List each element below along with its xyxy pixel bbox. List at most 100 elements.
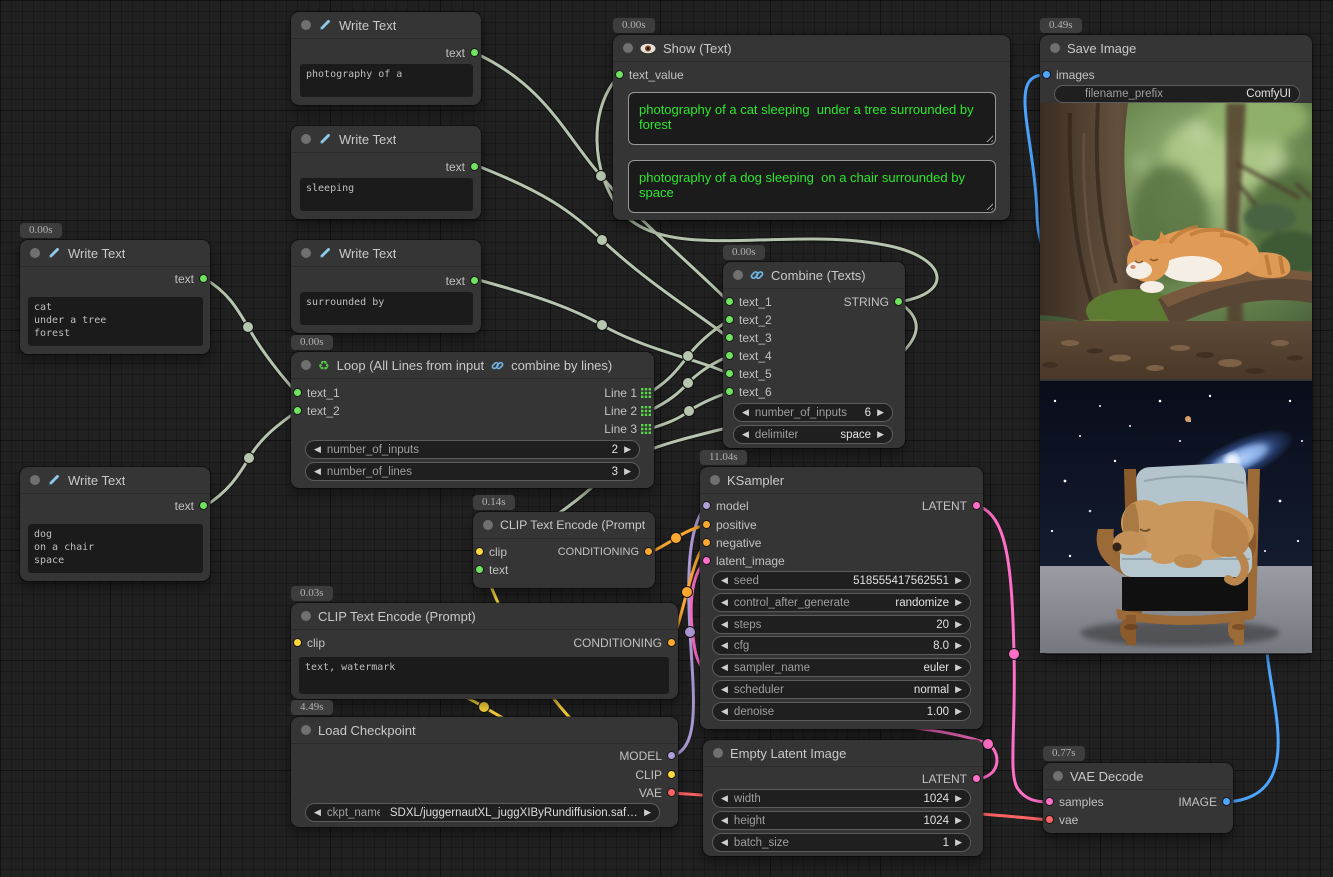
input-dot[interactable] bbox=[475, 547, 484, 556]
delimiter-widget[interactable]: ◀ delimiter space ▶ bbox=[733, 425, 893, 444]
node-save-image[interactable]: 0.49s Save Image images filename_prefix … bbox=[1040, 35, 1312, 654]
decrement-arrow[interactable]: ◀ bbox=[721, 706, 728, 717]
node-combine-texts[interactable]: 0.00s Combine (Texts) text_1 STRING text… bbox=[723, 262, 905, 448]
width-widget[interactable]: ◀ width 1024 ▶ bbox=[712, 789, 971, 808]
output-dot[interactable] bbox=[470, 48, 479, 57]
node-loop-combine-lines[interactable]: 0.00s ♻ Loop (All Lines from input combi… bbox=[291, 352, 654, 488]
decrement-arrow[interactable]: ◀ bbox=[314, 807, 321, 818]
slot-row[interactable]: latent_image bbox=[700, 552, 983, 570]
scheduler-widget[interactable]: ◀ scheduler normal ▶ bbox=[712, 680, 971, 699]
ckpt-name-widget[interactable]: ◀ ckpt_name SDXL/juggernautXL_juggXIByRu… bbox=[305, 803, 660, 822]
decrement-arrow[interactable]: ◀ bbox=[721, 619, 728, 630]
output-slot-text[interactable]: text bbox=[291, 44, 481, 62]
slot-row[interactable]: clip CONDITIONING bbox=[291, 634, 678, 652]
output-dot[interactable] bbox=[1222, 797, 1231, 806]
increment-arrow[interactable]: ▶ bbox=[955, 619, 962, 630]
slot-row[interactable]: text_4 bbox=[723, 347, 905, 365]
slot-row[interactable]: positive bbox=[700, 516, 983, 534]
output-dot[interactable] bbox=[644, 547, 653, 556]
sampler-name-widget[interactable]: ◀ sampler_name euler ▶ bbox=[712, 658, 971, 677]
collapse-dot[interactable] bbox=[301, 248, 311, 258]
collapse-dot[interactable] bbox=[301, 360, 311, 370]
batch-size-widget[interactable]: ◀ batch_size 1 ▶ bbox=[712, 833, 971, 852]
steps-widget[interactable]: ◀ steps 20 ▶ bbox=[712, 615, 971, 634]
slot-row[interactable]: text_2 Line 2 bbox=[291, 402, 654, 420]
increment-arrow[interactable]: ▶ bbox=[955, 597, 962, 608]
slot-row[interactable]: negative bbox=[700, 534, 983, 552]
text-area[interactable]: dog on a chair space bbox=[28, 524, 203, 573]
input-dot[interactable] bbox=[1045, 797, 1054, 806]
node-titlebar[interactable]: Combine (Texts) bbox=[723, 262, 905, 289]
output-slot-vae[interactable]: VAE bbox=[291, 784, 678, 802]
collapse-dot[interactable] bbox=[301, 134, 311, 144]
output-slot-text[interactable]: text bbox=[291, 272, 481, 290]
node-write-text-1[interactable]: Write Text text photography of a bbox=[291, 12, 481, 105]
slot-row[interactable]: text_2 bbox=[723, 311, 905, 329]
input-dot[interactable] bbox=[1042, 70, 1051, 79]
node-titlebar[interactable]: Write Text bbox=[20, 240, 210, 267]
slot-row[interactable]: text_1 STRING bbox=[723, 293, 905, 311]
increment-arrow[interactable]: ▶ bbox=[955, 815, 962, 826]
number-of-inputs-widget[interactable]: ◀ number_of_inputs 6 ▶ bbox=[733, 403, 893, 422]
decrement-arrow[interactable]: ◀ bbox=[721, 684, 728, 695]
input-dot[interactable] bbox=[725, 315, 734, 324]
decrement-arrow[interactable]: ◀ bbox=[742, 429, 749, 440]
decrement-arrow[interactable]: ◀ bbox=[721, 597, 728, 608]
seed-widget[interactable]: ◀ seed 518555417562551 ▶ bbox=[712, 571, 971, 590]
node-vae-decode[interactable]: 0.77s VAE Decode samples IMAGE vae bbox=[1043, 763, 1233, 833]
slot-row[interactable]: text_1 Line 1 bbox=[291, 384, 654, 402]
node-titlebar[interactable]: VAE Decode bbox=[1043, 763, 1233, 790]
text-area[interactable]: sleeping bbox=[300, 178, 473, 211]
output-dot[interactable] bbox=[199, 501, 208, 510]
input-dot[interactable] bbox=[293, 406, 302, 415]
comfyui-node-graph-canvas[interactable]: { "icons": {"dec": "◀", "inc": "▶"}, "pa… bbox=[0, 0, 1333, 877]
decrement-arrow[interactable]: ◀ bbox=[721, 793, 728, 804]
collapse-dot[interactable] bbox=[1050, 43, 1060, 53]
node-write-text-4[interactable]: Write Text text surrounded by bbox=[291, 240, 481, 333]
decrement-arrow[interactable]: ◀ bbox=[314, 444, 321, 455]
input-dot[interactable] bbox=[725, 333, 734, 342]
grid-output-icon[interactable] bbox=[641, 406, 651, 416]
output-dot[interactable] bbox=[667, 638, 676, 647]
slot-row[interactable]: text_3 bbox=[723, 329, 905, 347]
output-dot[interactable] bbox=[199, 274, 208, 283]
decrement-arrow[interactable]: ◀ bbox=[721, 640, 728, 651]
increment-arrow[interactable]: ▶ bbox=[644, 807, 651, 818]
node-show-text[interactable]: 0.00s Show (Text) text_value photography… bbox=[613, 35, 1010, 220]
node-clip-text-encode-positive[interactable]: 0.14s CLIP Text Encode (Prompt) clip CON… bbox=[473, 512, 655, 588]
input-dot[interactable] bbox=[702, 556, 711, 565]
input-dot[interactable] bbox=[725, 351, 734, 360]
grid-output-icon[interactable] bbox=[641, 388, 651, 398]
collapse-dot[interactable] bbox=[623, 43, 633, 53]
slot-row[interactable]: Line 3 bbox=[291, 420, 654, 438]
output-slot-text[interactable]: text bbox=[291, 158, 481, 176]
input-dot[interactable] bbox=[615, 70, 624, 79]
text-area[interactable]: cat under a tree forest bbox=[28, 297, 203, 346]
node-write-text-5[interactable]: Write Text text dog on a chair space bbox=[20, 467, 210, 581]
number-of-lines-widget[interactable]: ◀ number_of_lines 3 ▶ bbox=[305, 462, 640, 481]
slot-row[interactable]: text_6 bbox=[723, 383, 905, 401]
input-dot[interactable] bbox=[702, 520, 711, 529]
input-dot[interactable] bbox=[293, 638, 302, 647]
collapse-dot[interactable] bbox=[301, 20, 311, 30]
node-titlebar[interactable]: Save Image bbox=[1040, 35, 1312, 62]
output-dot[interactable] bbox=[972, 774, 981, 783]
collapse-dot[interactable] bbox=[30, 248, 40, 258]
increment-arrow[interactable]: ▶ bbox=[877, 407, 884, 418]
preview-image-cat-sleeping-forest[interactable] bbox=[1040, 103, 1312, 379]
show-text-output-1[interactable]: photography of a cat sleeping under a tr… bbox=[628, 92, 996, 145]
input-dot[interactable] bbox=[293, 388, 302, 397]
output-slot-latent[interactable]: LATENT bbox=[703, 770, 983, 788]
node-titlebar[interactable]: CLIP Text Encode (Prompt) bbox=[291, 603, 678, 630]
increment-arrow[interactable]: ▶ bbox=[955, 640, 962, 651]
text-area[interactable]: photography of a bbox=[300, 64, 473, 97]
increment-arrow[interactable]: ▶ bbox=[877, 429, 884, 440]
node-titlebar[interactable]: Show (Text) bbox=[613, 35, 1010, 62]
slot-row[interactable]: model LATENT bbox=[700, 497, 983, 515]
output-dot[interactable] bbox=[667, 788, 676, 797]
collapse-dot[interactable] bbox=[710, 475, 720, 485]
slot-row[interactable]: text bbox=[473, 561, 655, 579]
control-after-generate-widget[interactable]: ◀ control_after_generate randomize ▶ bbox=[712, 593, 971, 612]
text-area[interactable]: surrounded by bbox=[300, 292, 473, 325]
input-slot-images[interactable]: images bbox=[1040, 66, 1312, 84]
